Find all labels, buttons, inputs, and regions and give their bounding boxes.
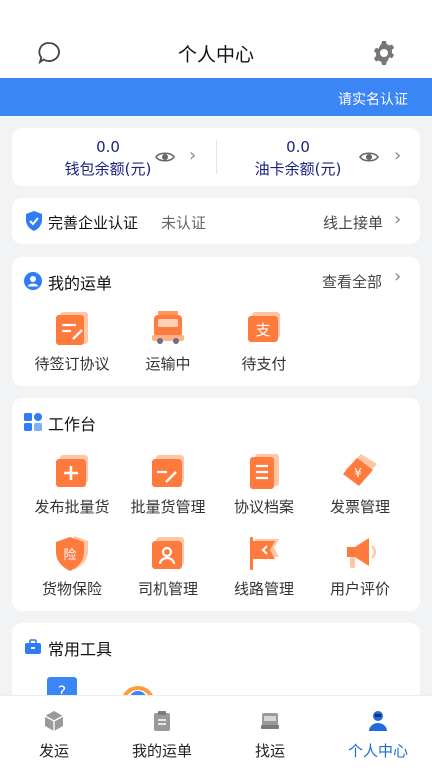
order-item-label: 待签订协议 <box>34 355 110 373</box>
person-icon <box>369 711 387 731</box>
svg-text:险: 险 <box>63 548 76 563</box>
workbench-item-label: 发布批量货 <box>34 498 110 516</box>
workbench-item-label: 司机管理 <box>137 580 198 598</box>
svg-text:支: 支 <box>255 321 270 339</box>
payment-icon: 支 <box>248 312 280 342</box>
fuel-card-balance-value: 0.0 <box>286 138 310 156</box>
page-title: 个人中心 <box>177 44 254 66</box>
tab-label: 个人中心 <box>347 742 408 760</box>
tab-label: 我的运单 <box>131 742 192 760</box>
svg-text:¥: ¥ <box>354 466 362 480</box>
verify-realname-link[interactable]: 请实名认证 <box>338 89 408 109</box>
tab-find-transport[interactable]: 找运 <box>216 696 324 768</box>
tab-label: 发运 <box>38 742 69 760</box>
online-order-link[interactable]: 线上接单 <box>323 212 383 233</box>
my-orders-title: 我的运单 <box>48 274 113 293</box>
grid-apps-icon <box>24 413 42 431</box>
balance-card: 0.0 钱包余额(元) › 0.0 油卡余额(元) › <box>12 128 420 186</box>
wallet-balance[interactable]: 0.0 钱包余额(元) › <box>12 128 216 186</box>
workbench-item-label: 货物保险 <box>41 580 102 598</box>
common-tools-title: 常用工具 <box>48 640 113 659</box>
chevron-right-icon: › <box>394 266 402 287</box>
driver-manage-icon <box>152 537 184 569</box>
person-circle-icon <box>24 272 42 290</box>
verification-banner: 请实名认证 <box>0 78 432 116</box>
gear-icon[interactable] <box>371 40 397 66</box>
fuel-card-balance[interactable]: 0.0 油卡余额(元) › <box>216 128 420 186</box>
workbench-item-label: 批量货管理 <box>130 498 206 516</box>
top-bar: 个人中心 <box>0 0 432 78</box>
toolbox-icon <box>25 639 41 654</box>
tab-my-orders[interactable]: 我的运单 <box>108 696 216 768</box>
tab-label: 找运 <box>254 742 285 760</box>
common-tools-card: 常用工具 ? <box>12 623 420 703</box>
chevron-right-icon: › <box>189 145 197 166</box>
order-item-label: 待支付 <box>241 355 287 373</box>
workbench-item-label: 线路管理 <box>233 580 294 598</box>
certification-status: 未认证 <box>161 214 207 232</box>
publish-icon <box>56 455 88 487</box>
eye-icon[interactable] <box>155 147 175 167</box>
truck-icon <box>152 311 184 344</box>
my-orders-card: 我的运单 查看全部 › 待签订协议 运输中 支 待支付 <box>12 257 420 386</box>
box-icon <box>44 711 64 731</box>
cargo-manage-icon <box>152 455 184 487</box>
certification-title: 完善企业认证 <box>48 214 139 232</box>
tab-ship[interactable]: 发运 <box>0 696 108 768</box>
eye-icon[interactable] <box>359 147 379 167</box>
agreement-archive-icon <box>250 454 279 489</box>
workbench-item-label: 用户评价 <box>329 580 390 598</box>
insurance-icon: 险 <box>56 536 88 571</box>
review-megaphone-icon <box>347 538 376 568</box>
truck-icon <box>261 713 279 729</box>
invoice-icon: ¥ <box>343 454 377 486</box>
view-all-link[interactable]: 查看全部 <box>322 271 382 292</box>
workbench-item-label: 发票管理 <box>329 498 390 516</box>
workbench-card: 工作台 发布批量货 批量货管理 协议档案 ¥ 发票管理 险 货物保险 司机管理 … <box>12 398 420 611</box>
fuel-card-balance-label: 油卡余额(元) <box>254 160 342 178</box>
tab-personal-center[interactable]: 个人中心 <box>324 696 432 768</box>
shield-check-icon <box>26 211 42 231</box>
chevron-right-icon: › <box>394 209 402 230</box>
enterprise-certification-row[interactable]: 完善企业认证 未认证 线上接单 › <box>12 198 420 244</box>
bottom-tab-bar: 发运 我的运单 找运 个人中心 <box>0 695 432 768</box>
sign-agreement-icon <box>56 312 88 345</box>
chevron-right-icon: › <box>394 145 402 166</box>
route-flag-icon <box>250 537 279 570</box>
clipboard-icon <box>154 711 170 731</box>
order-item-label: 运输中 <box>145 355 191 373</box>
workbench-item-label: 协议档案 <box>233 498 294 516</box>
workbench-title: 工作台 <box>48 415 97 434</box>
